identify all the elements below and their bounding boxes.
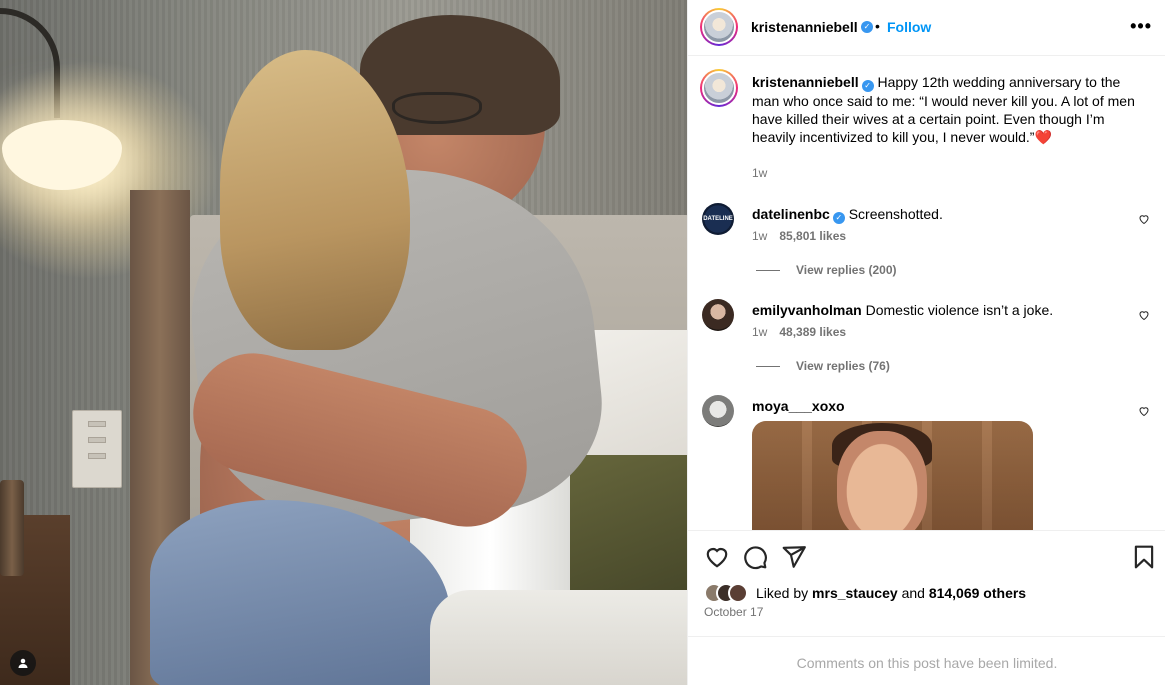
view-replies-button[interactable]: View replies (76) bbox=[756, 359, 890, 373]
comment-text-block: emilyvanholman Domestic violence isn’t a… bbox=[752, 301, 1150, 319]
photo-glasses bbox=[392, 92, 482, 124]
comment-item: emilyvanholman Domestic violence isn’t a… bbox=[688, 299, 1165, 379]
comment-like-heart-icon[interactable] bbox=[1138, 405, 1150, 417]
comment-meta: 1w 85,801 likes bbox=[752, 229, 846, 243]
comment-likes[interactable]: 85,801 likes bbox=[779, 229, 846, 243]
verified-badge-icon: ✓ bbox=[861, 21, 873, 33]
post-header: kristenanniebell ✓ • Follow ••• bbox=[688, 0, 1165, 56]
commenter-avatar[interactable] bbox=[702, 299, 734, 331]
comment-text-block: moya___xoxo bbox=[752, 397, 1150, 415]
comment-time: 1w bbox=[752, 229, 768, 243]
share-icon[interactable] bbox=[781, 544, 807, 570]
caption-text-block: kristenanniebell ✓ Happy 12th wedding ann… bbox=[752, 73, 1150, 146]
liked-by-and: and bbox=[901, 585, 925, 601]
post-date[interactable]: October 17 bbox=[704, 605, 763, 619]
caption-author-avatar[interactable] bbox=[700, 69, 738, 107]
comment-gif[interactable] bbox=[752, 421, 1033, 530]
verified-badge-icon: ✓ bbox=[861, 80, 874, 92]
commenter-avatar[interactable]: DATELINE bbox=[702, 203, 734, 235]
comment-item: DATELINE datelinenbc ✓ Screenshotted. 1w 8… bbox=[688, 203, 1165, 283]
commenter-avatar[interactable] bbox=[702, 395, 734, 427]
caption: kristenanniebell ✓ Happy 12th wedding ann… bbox=[688, 69, 1165, 189]
comment-text: Domestic violence isn’t a joke. bbox=[865, 302, 1054, 318]
header-separator: • bbox=[875, 18, 880, 34]
likes-count[interactable]: 814,069 others bbox=[929, 585, 1026, 601]
caption-time: 1w bbox=[752, 166, 768, 180]
tagged-user-icon[interactable] bbox=[10, 650, 36, 676]
bookmark-icon[interactable] bbox=[1131, 544, 1157, 570]
comments-list[interactable]: kristenanniebell ✓ Happy 12th wedding ann… bbox=[688, 57, 1165, 530]
author-username[interactable]: kristenanniebell bbox=[751, 19, 858, 35]
comment-like-heart-icon[interactable] bbox=[1138, 309, 1150, 321]
photo-mug bbox=[0, 480, 24, 576]
comment-icon[interactable] bbox=[742, 544, 768, 570]
comment-time: 1w bbox=[752, 325, 768, 339]
commenter-username[interactable]: moya___xoxo bbox=[752, 398, 845, 414]
like-heart-icon[interactable] bbox=[704, 544, 730, 570]
author-avatar[interactable] bbox=[700, 8, 738, 46]
photo-light-switch bbox=[72, 410, 122, 488]
post-actions: Liked by mrs_staucey and 814,069 others … bbox=[688, 530, 1165, 636]
comments-limited-notice: Comments on this post have been limited. bbox=[688, 636, 1165, 685]
comment-text: Screenshotted. bbox=[848, 206, 943, 222]
liked-by-prefix: Liked by bbox=[756, 585, 809, 601]
comment-text-block: datelinenbc ✓ Screenshotted. bbox=[752, 205, 1150, 224]
red-heart-emoji: ❤️ bbox=[1034, 129, 1052, 145]
more-options-icon[interactable]: ••• bbox=[1130, 16, 1152, 37]
liked-by: Liked by mrs_staucey and 814,069 others bbox=[704, 583, 1026, 603]
verified-badge-icon: ✓ bbox=[832, 212, 845, 224]
commenter-username[interactable]: emilyvanholman bbox=[752, 302, 862, 318]
photo-bedsheet bbox=[430, 590, 687, 685]
comment-meta: 1w 48,389 likes bbox=[752, 325, 846, 339]
commenter-username[interactable]: datelinenbc bbox=[752, 206, 830, 222]
comment-likes[interactable]: 48,389 likes bbox=[779, 325, 846, 339]
post-photo[interactable] bbox=[0, 0, 687, 685]
comment-like-heart-icon[interactable] bbox=[1138, 213, 1150, 225]
post-side-panel: kristenanniebell ✓ • Follow ••• kristena… bbox=[687, 0, 1165, 685]
follow-button[interactable]: Follow bbox=[887, 19, 931, 35]
view-replies-button[interactable]: View replies (200) bbox=[756, 263, 897, 277]
caption-username[interactable]: kristenanniebell bbox=[752, 74, 859, 90]
liked-by-avatars[interactable] bbox=[704, 583, 752, 603]
liked-by-user[interactable]: mrs_staucey bbox=[812, 585, 898, 601]
